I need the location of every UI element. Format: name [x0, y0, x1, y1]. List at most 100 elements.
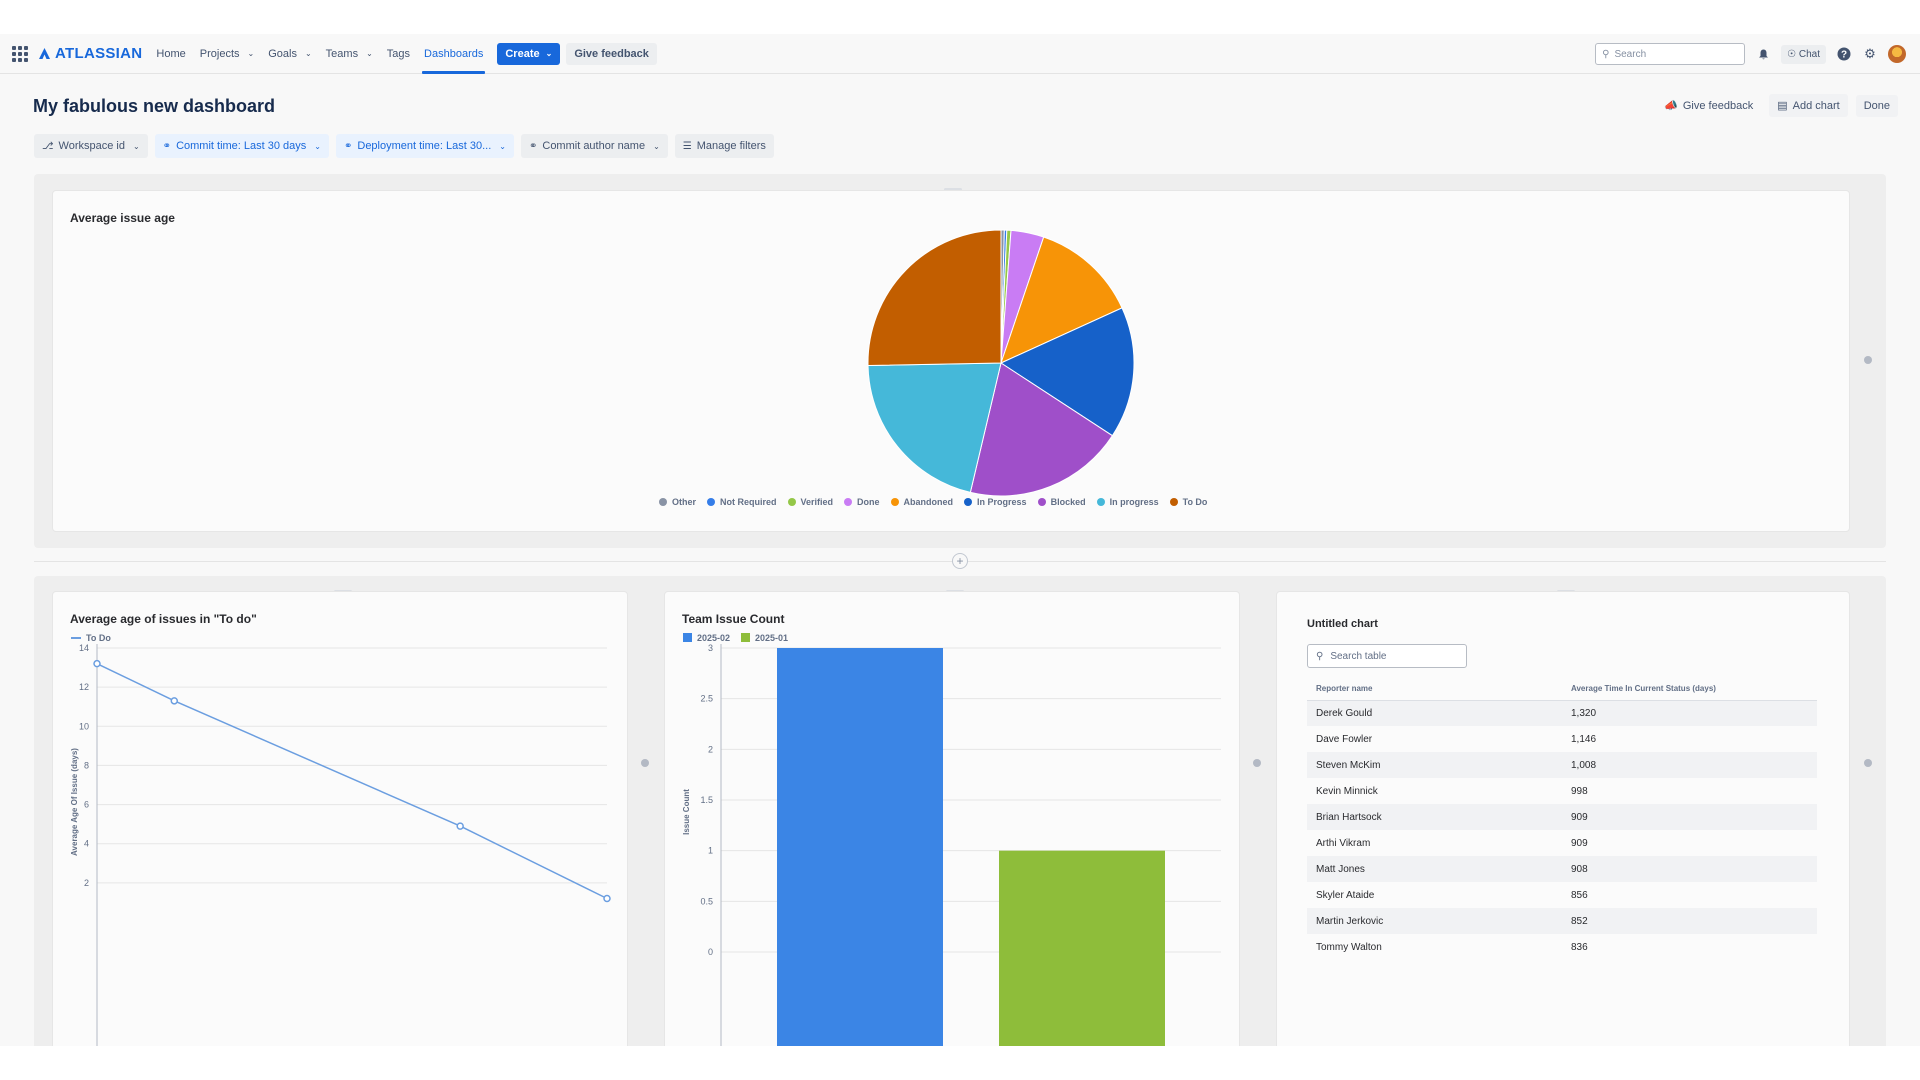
- resize-handle-right[interactable]: [1864, 356, 1872, 364]
- pie-slice-to-do[interactable]: [867, 229, 1002, 367]
- y-tick-label: 2: [708, 744, 713, 754]
- legend-item-verified[interactable]: Verified: [787, 497, 834, 507]
- legend-dot: [787, 498, 796, 506]
- legend-item-other[interactable]: Other: [659, 497, 696, 507]
- average-time-cell: 852: [1562, 908, 1817, 934]
- data-point[interactable]: [456, 822, 464, 830]
- line-chart: 2 4 6 8 10 12 14 Average Age Of Issue (days): [70, 643, 611, 1046]
- nav-item-label: Goals: [268, 47, 297, 60]
- top-navigation: ATLASSIAN Home Projects ⌄ Goals ⌄ Teams ⌄ Tags D…: [0, 34, 1920, 74]
- table-row[interactable]: Brian Hartsock 909: [1307, 804, 1817, 830]
- bar-2025-01[interactable]: [999, 850, 1165, 1046]
- give-feedback-nav-button[interactable]: Give feedback: [566, 42, 657, 65]
- legend-item-blocked[interactable]: Blocked: [1037, 497, 1086, 507]
- add-row-button[interactable]: +: [952, 553, 968, 569]
- table-row[interactable]: Steven McKim 1,008: [1307, 752, 1817, 778]
- legend-dot: [1169, 498, 1178, 506]
- legend-item-in-progress[interactable]: In Progress: [964, 497, 1027, 507]
- reporter-name-cell: Arthi Vikram: [1307, 830, 1562, 856]
- app-frame: ATLASSIAN Home Projects ⌄ Goals ⌄ Teams ⌄ Tags D…: [0, 34, 1920, 1046]
- nav-item-label: Projects: [199, 47, 240, 60]
- y-tick-label: 4: [84, 839, 89, 849]
- average-time-cell: 909: [1562, 804, 1817, 830]
- line-chart-card: Average age of issues in "To do" To Do 2…: [52, 591, 628, 1046]
- y-tick-label: 0.5: [700, 896, 713, 906]
- nav-item-goals[interactable]: Goals ⌄: [268, 34, 311, 74]
- reporter-name-cell: Kevin Minnick: [1307, 778, 1562, 804]
- filter-manage-filters[interactable]: ☰ Manage filters: [674, 134, 774, 158]
- table-search-placeholder: Search table: [1330, 650, 1387, 662]
- table-row[interactable]: Kevin Minnick 998: [1307, 778, 1817, 804]
- filter-deployment-time-last-30[interactable]: ⚭ Deployment time: Last 30... ⌄: [335, 134, 514, 158]
- table-row[interactable]: Martin Jerkovic 852: [1307, 908, 1817, 934]
- legend-item-in-progress[interactable]: In progress: [1096, 497, 1159, 507]
- filter-bar: ⎇ Workspace id ⌄ ⚭ Commit time: Last 30 days…: [34, 134, 774, 158]
- legend-dot: [707, 498, 716, 506]
- average-time-cell: 908: [1562, 856, 1817, 882]
- column-header-reporter[interactable]: Reporter name: [1307, 678, 1562, 701]
- filter-commit-time-last-30-days[interactable]: ⚭ Commit time: Last 30 days ⌄: [154, 134, 329, 158]
- nav-item-dashboards[interactable]: Dashboards: [422, 34, 486, 74]
- legend-item-abandoned[interactable]: Abandoned: [890, 497, 953, 507]
- y-tick-label: 2.5: [700, 694, 713, 704]
- table-search-input[interactable]: ⚲ Search table: [1307, 644, 1467, 668]
- resize-handle-right[interactable]: [1864, 759, 1872, 767]
- reporter-name-cell: Skyler Ataide: [1307, 882, 1562, 908]
- legend-dot: [1096, 498, 1105, 506]
- chevron-down-icon: ⌄: [653, 141, 660, 151]
- chevron-down-icon: ⌄: [366, 49, 373, 58]
- megaphone-icon: 📣: [1664, 100, 1678, 112]
- atlassian-logo[interactable]: ATLASSIAN: [38, 45, 142, 62]
- nav-item-teams[interactable]: Teams ⌄: [326, 34, 373, 74]
- create-button[interactable]: Create ⌄: [497, 42, 561, 65]
- table-row[interactable]: Derek Gould 1,320: [1307, 700, 1817, 726]
- data-table: Reporter name Average Time In Current St…: [1307, 678, 1817, 960]
- table-row[interactable]: Skyler Ataide 856: [1307, 882, 1817, 908]
- nav-item-label: Dashboards: [424, 47, 484, 60]
- done-button[interactable]: Done: [1855, 94, 1898, 117]
- resize-handle-right[interactable]: [1253, 759, 1261, 767]
- nav-item-home[interactable]: Home: [156, 34, 185, 74]
- workspace-icon: ⎇: [42, 140, 54, 152]
- app-switcher-icon[interactable]: [12, 45, 28, 62]
- reporter-name-cell: Derek Gould: [1307, 700, 1562, 726]
- y-tick-label: 0: [708, 947, 713, 957]
- data-point[interactable]: [170, 697, 179, 705]
- chat-button[interactable]: ☉ Chat: [1781, 44, 1826, 64]
- bar-chart-card: Team Issue Count 2025-02 2025-01 0 0.5 1 1.5…: [664, 591, 1240, 1046]
- svg-text:?: ?: [1841, 50, 1847, 61]
- reporter-name-cell: Steven McKim: [1307, 752, 1562, 778]
- legend-label: Verified: [800, 497, 834, 507]
- table-row[interactable]: Matt Jones 908: [1307, 856, 1817, 882]
- table-row[interactable]: Tommy Walton 836: [1307, 934, 1817, 960]
- add-chart-button[interactable]: ▤ Add chart: [1769, 94, 1848, 117]
- data-point[interactable]: [603, 894, 611, 903]
- filter-workspace-id[interactable]: ⎇ Workspace id ⌄: [34, 134, 148, 158]
- search-input[interactable]: ⚲ Search: [1595, 43, 1746, 65]
- nav-item-tags[interactable]: Tags: [387, 34, 410, 74]
- table-row[interactable]: Dave Fowler 1,146: [1307, 726, 1817, 752]
- nav-items: Home Projects ⌄ Goals ⌄ Teams ⌄ Tags Dashboards: [156, 34, 497, 74]
- notifications-icon[interactable]: [1755, 46, 1771, 62]
- legend-label: Blocked: [1050, 497, 1086, 507]
- resize-handle-right[interactable]: [641, 759, 649, 767]
- data-point[interactable]: [93, 659, 101, 668]
- give-feedback-button[interactable]: 📣 Give feedback: [1656, 94, 1761, 117]
- settings-gear-icon[interactable]: ⚙: [1862, 46, 1878, 62]
- filter-commit-author-name[interactable]: ⚭ Commit author name ⌄: [520, 134, 668, 158]
- chevron-down-icon: ⌄: [132, 141, 140, 151]
- help-icon[interactable]: ?: [1836, 46, 1852, 62]
- legend-item-done[interactable]: Done: [844, 497, 880, 507]
- reporter-name-cell: Brian Hartsock: [1307, 804, 1562, 830]
- bar-2025-02[interactable]: [777, 648, 943, 1046]
- give-feedback-label: Give feedback: [1682, 99, 1754, 112]
- add-chart-label: Add chart: [1792, 99, 1840, 112]
- filter-label: Commit author name: [542, 140, 646, 152]
- table-row[interactable]: Arthi Vikram 909: [1307, 830, 1817, 856]
- column-header-average-time[interactable]: Average Time In Current Status (days): [1562, 678, 1817, 701]
- legend-item-to-do[interactable]: To Do: [1169, 497, 1207, 507]
- legend-item-not-required[interactable]: Not Required: [707, 497, 777, 507]
- nav-item-projects[interactable]: Projects ⌄: [200, 34, 254, 74]
- user-avatar[interactable]: [1888, 45, 1906, 63]
- search-placeholder: Search: [1614, 48, 1647, 60]
